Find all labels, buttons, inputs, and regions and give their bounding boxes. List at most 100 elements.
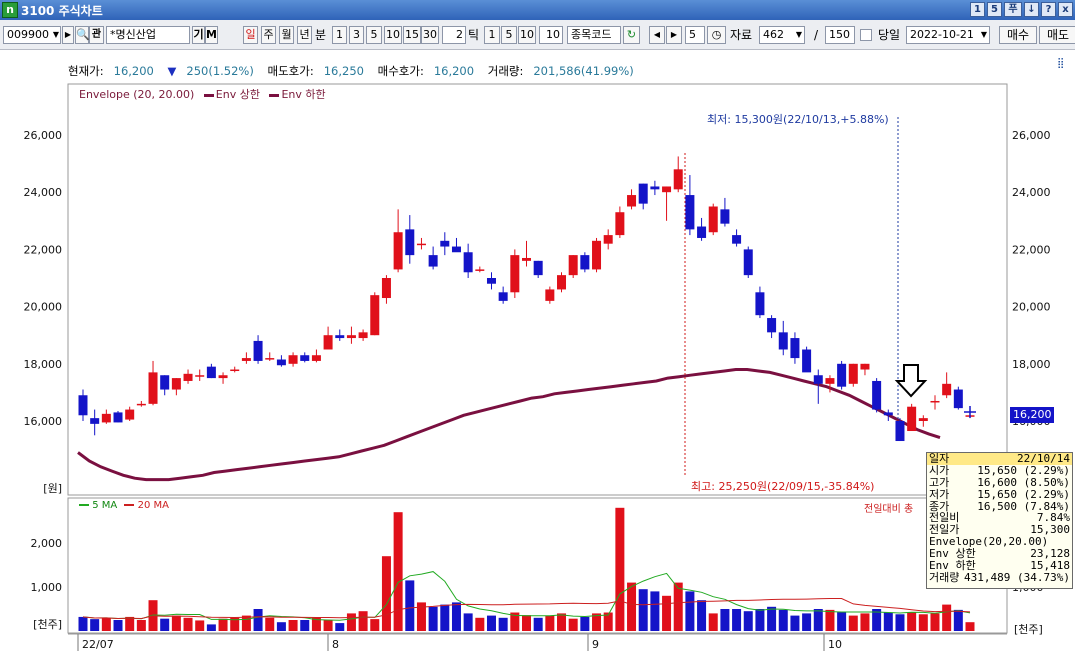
low-annotation: 최저: 15,300원(22/10/13,+5.88%) [707,113,889,126]
window-button-pu[interactable]: 푸 [1004,2,1022,17]
volume-bar [288,620,298,631]
volume-bar [463,613,473,631]
candle-body [778,332,788,350]
buy-button[interactable]: 매수 [999,26,1037,44]
candle-body [428,255,438,267]
ask-label: 매도호가: [267,64,314,78]
play-icon[interactable]: ▶ [62,26,74,44]
window-controls: 1 5 푸 ↓ ? x [970,2,1073,17]
data-count-combo[interactable]: 462 ▼ [759,26,805,44]
candle-body [790,338,800,359]
volume-bar [580,616,590,631]
volume-bar [557,613,567,631]
volume-bar [101,617,111,631]
window-button-5[interactable]: 5 [987,2,1002,17]
today-checkbox[interactable] [860,29,872,41]
candle-body [230,369,240,372]
ma-legend: 5 MA 20 MA [79,500,169,511]
candle-body [638,183,648,204]
volume-bar [265,617,275,631]
close-button[interactable]: x [1058,2,1073,17]
volume-bar [860,613,870,631]
volume-bar [650,591,660,631]
volume-bar [393,512,403,631]
candle-body [627,195,637,207]
candle-body [953,389,963,409]
env-upper-legend: Env 상한 [215,88,260,101]
tick-option-10[interactable]: 10 [518,26,536,44]
candle-body [767,318,777,333]
period-weekly-button[interactable]: 주 [261,26,276,44]
period-daily-button[interactable]: 일 [243,26,258,44]
min-option-5[interactable]: 5 [366,26,382,44]
data-count-value: 462 [763,28,784,41]
clock-icon[interactable]: ◷ [707,26,726,44]
minimize-button[interactable]: ↓ [1024,2,1039,17]
volume-bar [930,613,940,631]
period-monthly-button[interactable]: 월 [279,26,294,44]
bid-label: 매수호가: [377,64,424,78]
search-icon[interactable]: 🔍 [75,26,90,44]
volume-bar [195,620,205,631]
view-count-input[interactable]: 150 [825,26,855,44]
min-option-3[interactable]: 3 [349,26,364,44]
min-option-1[interactable]: 1 [332,26,347,44]
date-combo[interactable]: 2022-10-21 ▼ [906,26,990,44]
candle-body [837,363,847,387]
candle-body [346,335,356,339]
toolbar: 009900 ▼ ▶ 🔍 관 *명신산업 기 M 일 주 월 년 분 1 3 5… [0,20,1075,50]
candle-body [265,358,275,360]
price-panel-frame [67,83,1008,496]
favorites-button[interactable]: 관 [89,26,104,44]
candle-body [872,380,882,410]
period-yearly-button[interactable]: 년 [297,26,312,44]
candle-body [662,186,672,193]
tick-option-1[interactable]: 1 [484,26,500,44]
sell-button[interactable]: 매도 [1039,26,1075,44]
gi-button[interactable]: 기 [192,26,205,44]
code-box-field[interactable]: 종목코드 [567,26,621,44]
prev-arrow-icon[interactable]: ◀ [649,26,665,44]
x-tick-label: 10 [828,638,842,651]
min-option-10[interactable]: 10 [384,26,402,44]
volume-bar [113,620,123,631]
candle-body [90,418,100,424]
price-label: 현재가: [68,64,104,78]
company-name-field[interactable]: *명신산업 [106,26,190,44]
help-button[interactable]: ? [1041,2,1056,17]
candle-body [195,375,205,377]
tick-option-5[interactable]: 5 [501,26,517,44]
app-icon: n [2,2,18,18]
stock-code-combo[interactable]: 009900 ▼ [3,26,61,44]
candle-body [183,373,193,381]
volume-bar [918,614,928,631]
m-button[interactable]: M [205,26,218,44]
refresh-icon[interactable]: ↻ [623,26,640,44]
settings-grip-icon[interactable]: ⣿ [1057,58,1064,69]
window-button-1[interactable]: 1 [970,2,985,17]
data-label: 자료 [730,28,753,42]
nav-count-input[interactable]: 5 [685,26,705,44]
volume-unit-label: [천주] [33,617,62,631]
candle-body [253,340,263,361]
min-option-15[interactable]: 15 [403,26,421,44]
chart-area[interactable]: 26,000 26,000 24,000 24,000 22,000 22,000 20,0… [0,51,1075,651]
volume-tick-label-left: 2,000 [31,537,63,550]
candle-body [405,229,415,256]
min-option-30[interactable]: 30 [421,26,439,44]
price-tick-label-right: 22,000 [1012,243,1051,256]
tick-count-input[interactable]: 2 [442,26,466,44]
legend-swatch [79,504,89,506]
price-tick-label-left: 22,000 [24,243,63,256]
candle-body [101,413,111,423]
x-tick-label: 8 [332,638,339,651]
volume-bar [346,613,356,631]
candle-body [288,355,298,364]
envelope-legend-label: Envelope (20, 20.00) [79,88,195,101]
candle-body [708,206,718,233]
candle-body [393,232,403,270]
tick-custom-input[interactable]: 10 [539,26,563,44]
next-arrow-icon[interactable]: ▶ [666,26,682,44]
candle-body [930,400,940,403]
today-label: 당일 [878,28,901,42]
